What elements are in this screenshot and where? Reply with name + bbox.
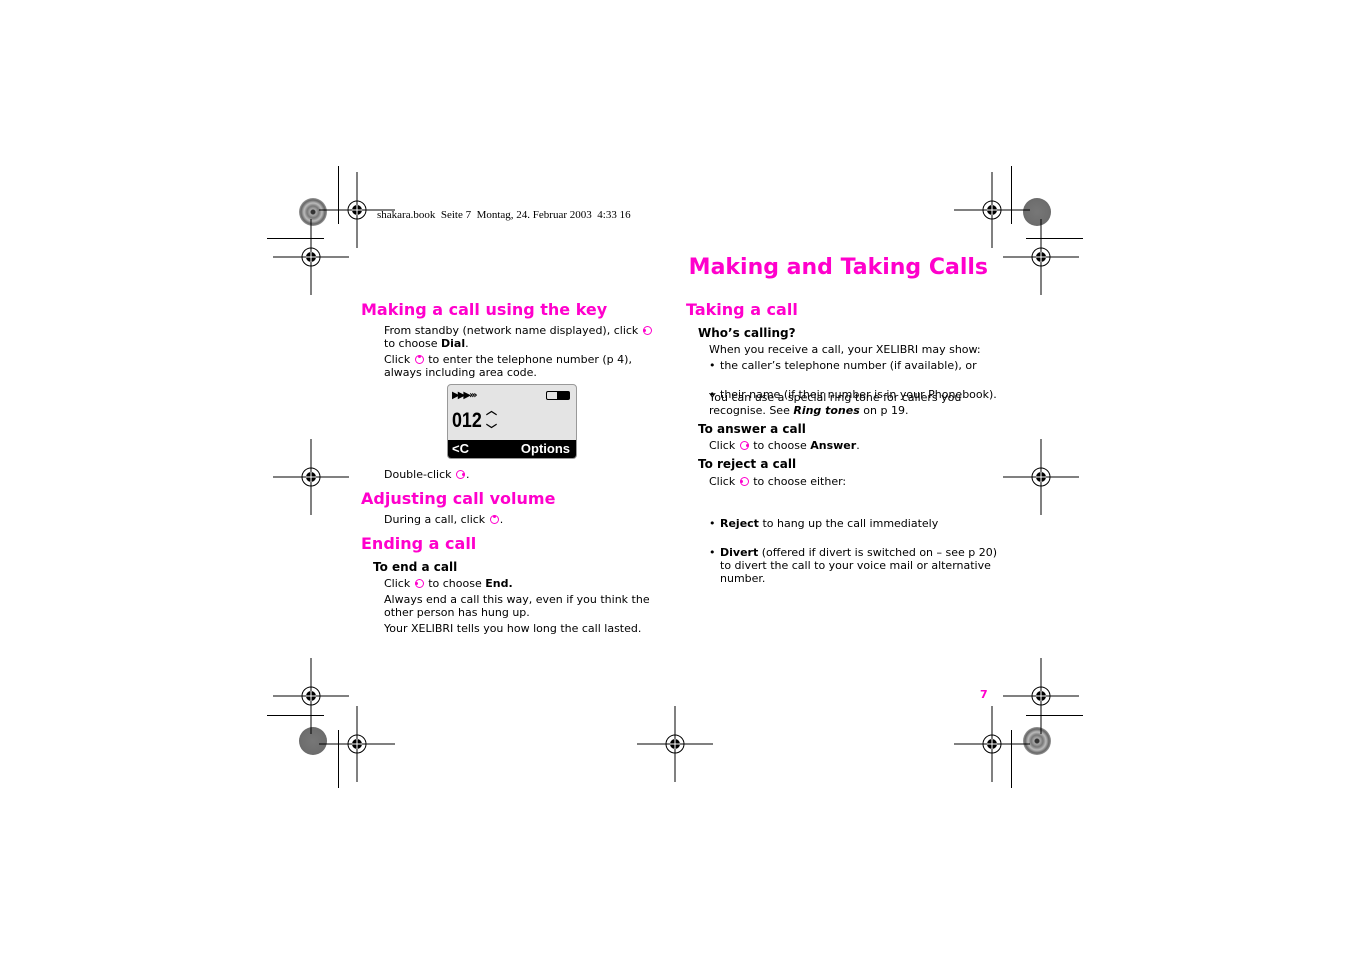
list-item: Reject to hang up the call immediately — [709, 517, 1005, 530]
adjusting-volume-para: During a call, click . — [384, 513, 503, 526]
text: to choose — [384, 337, 442, 350]
navigation-key-left-icon — [739, 477, 749, 486]
text: . — [466, 468, 470, 481]
section-heading-ending-call: Ending a call — [361, 534, 477, 553]
list-item: Divert (offered if divert is switched on… — [709, 546, 1005, 585]
end-label: End. — [485, 577, 513, 590]
dialed-number: 012 — [452, 409, 482, 432]
whos-calling-intro: When you receive a call, your XELIBRI ma… — [709, 343, 981, 356]
text: . — [499, 513, 504, 526]
subheading-answer-call: To answer a call — [698, 422, 806, 436]
dial-label: Dial — [441, 337, 466, 350]
registration-mark-icon — [637, 706, 713, 782]
navigation-key-updown-icon — [489, 515, 499, 524]
phone-display-illustration: ▶▶▶››› 012 ︿ ﹀ <C Options — [447, 384, 577, 459]
text: Click — [709, 439, 739, 452]
registration-mark-icon — [1003, 439, 1079, 515]
section-heading-making-call: Making a call using the key — [361, 300, 608, 319]
text: to choose either: — [749, 475, 847, 488]
text: . — [856, 439, 860, 452]
registration-mark-icon — [319, 706, 395, 782]
chevron-up-icon: ︿ — [486, 404, 497, 417]
ending-call-para1: Click to choose End. — [384, 577, 513, 590]
text: Click — [384, 577, 414, 590]
subheading-end-call: To end a call — [373, 560, 458, 574]
subheading-reject-call: To reject a call — [698, 457, 797, 471]
answer-call-para: Click to choose Answer. — [709, 439, 860, 452]
softkey-bar: <C Options — [448, 440, 576, 458]
ending-call-para2: Always end a call this way, even if you … — [384, 593, 650, 619]
text: Double-click — [384, 468, 456, 481]
ring-tone-para: You can use a special ring tone for call… — [709, 391, 994, 417]
text: . — [465, 337, 469, 350]
text: to hang up the call immediately — [758, 517, 939, 530]
registration-mark-icon — [273, 219, 349, 295]
signal-strength-icon: ▶▶▶››› — [452, 390, 477, 401]
reject-call-para: Click to choose either: — [709, 475, 846, 488]
navigation-key-right-icon — [739, 441, 749, 450]
navigation-key-left-icon — [414, 579, 424, 588]
text: From standby (network name displayed), c… — [384, 324, 642, 337]
navigation-key-updown-icon — [414, 355, 424, 364]
text: to choose — [749, 439, 811, 452]
navigation-key-left-icon — [642, 326, 652, 335]
answer-label: Answer — [810, 439, 857, 452]
navigation-key-right-icon — [456, 470, 466, 479]
registration-mark-icon — [1003, 219, 1079, 295]
text: Click — [709, 475, 739, 488]
divert-label: Divert — [720, 546, 759, 559]
text: on p 19. — [859, 404, 909, 417]
softkey-options: Options — [520, 441, 570, 456]
making-call-para2: Click to enter the telephone number (p 4… — [384, 353, 659, 379]
registration-mark-icon — [273, 439, 349, 515]
text: (offered if divert is switched on – see … — [720, 546, 998, 585]
text: Click — [384, 353, 414, 366]
list-item: the caller’s telephone number (if availa… — [709, 359, 1351, 372]
ending-call-para3: Your XELIBRI tells you how long the call… — [384, 622, 642, 635]
registration-mark-icon — [954, 706, 1030, 782]
text: During a call, click — [384, 513, 489, 526]
text: to choose — [424, 577, 486, 590]
making-call-para1: From standby (network name displayed), c… — [384, 324, 659, 350]
section-heading-taking-call: Taking a call — [686, 300, 798, 319]
battery-icon — [546, 391, 570, 400]
ring-tones-reference: Ring tones — [793, 404, 860, 417]
subheading-whos-calling: Who’s calling? — [698, 326, 796, 340]
reject-label: Reject — [720, 517, 759, 530]
page-number: 7 — [980, 688, 988, 701]
chevron-down-icon: ﹀ — [486, 423, 497, 436]
print-header: shakara.book Seite 7 Montag, 24. Februar… — [377, 209, 631, 221]
making-call-para3: Double-click . — [384, 468, 470, 481]
page-title: Making and Taking Calls — [688, 255, 988, 280]
section-heading-adjusting-volume: Adjusting call volume — [361, 489, 556, 508]
softkey-clear: <C — [452, 441, 469, 456]
